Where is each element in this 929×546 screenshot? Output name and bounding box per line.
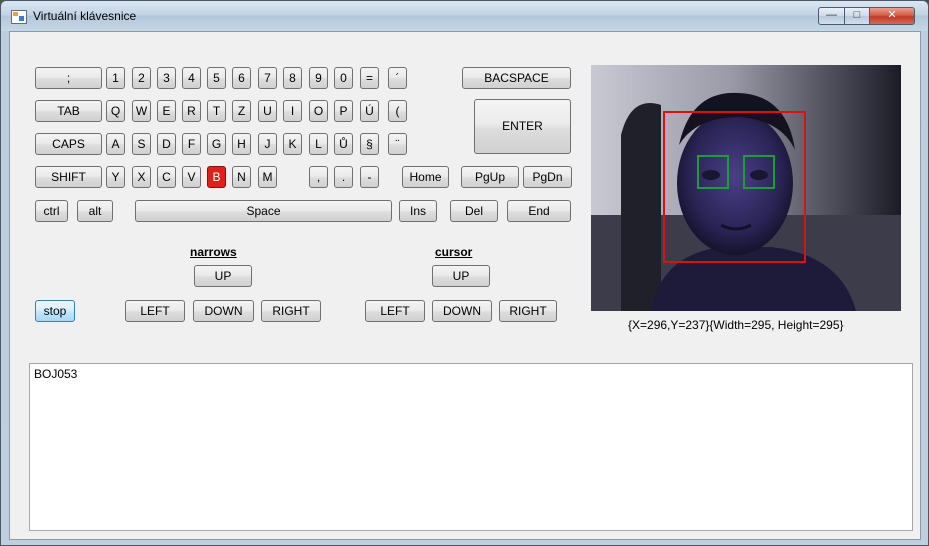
detection-coordinates: {X=296,Y=237}{Width=295, Height=295} bbox=[628, 318, 844, 332]
app-icon bbox=[11, 10, 27, 24]
key-a[interactable]: A bbox=[106, 133, 125, 155]
key-space[interactable]: Space bbox=[135, 200, 392, 222]
key-ctrl[interactable]: ctrl bbox=[35, 200, 68, 222]
minimize-button[interactable]: — bbox=[818, 7, 845, 25]
key-tab[interactable]: TAB bbox=[35, 100, 102, 122]
key-pgup[interactable]: PgUp bbox=[461, 166, 519, 188]
output-text: BOJ053 bbox=[34, 367, 78, 381]
key-sym11[interactable]: Ú bbox=[360, 100, 379, 122]
key-g[interactable]: G bbox=[207, 133, 226, 155]
key-sym11[interactable]: § bbox=[360, 133, 379, 155]
key-sym10[interactable]: Ů bbox=[334, 133, 353, 155]
narrows-up-button[interactable]: UP bbox=[194, 265, 252, 287]
key-caps[interactable]: CAPS bbox=[35, 133, 102, 155]
key-z[interactable]: Z bbox=[232, 100, 251, 122]
stop-button[interactable]: stop bbox=[35, 300, 75, 322]
key-shift[interactable]: SHIFT bbox=[35, 166, 102, 188]
key-alt[interactable]: alt bbox=[77, 200, 113, 222]
output-textbox[interactable]: BOJ053 bbox=[29, 363, 913, 531]
key-ins[interactable]: Ins bbox=[399, 200, 437, 222]
title-bar[interactable]: Virtuální klávesnice — □ ✕ bbox=[1, 1, 928, 31]
key-y[interactable]: Y bbox=[106, 166, 125, 188]
form-client-area: ; 1 2 3 4 5 6 7 8 9 0 = ´ BACSPACE TAB Q W E R T Z U I O P Ú ( CAPS… bbox=[9, 31, 921, 540]
key-del[interactable]: Del bbox=[450, 200, 498, 222]
cursor-left-button[interactable]: LEFT bbox=[365, 300, 425, 322]
app-window: Virtuální klávesnice — □ ✕ ; 1 2 3 4 5 6 7 8 9 0 = ´… bbox=[0, 0, 929, 546]
key-v[interactable]: V bbox=[182, 166, 201, 188]
key-4[interactable]: 4 bbox=[182, 67, 201, 89]
key-c[interactable]: C bbox=[157, 166, 176, 188]
narrows-right-button[interactable]: RIGHT bbox=[261, 300, 321, 322]
key-i[interactable]: I bbox=[283, 100, 302, 122]
key-enter[interactable]: ENTER bbox=[474, 99, 571, 154]
key-d[interactable]: D bbox=[157, 133, 176, 155]
key-sym0[interactable]: ; bbox=[35, 67, 102, 89]
key-x[interactable]: X bbox=[132, 166, 151, 188]
key-0[interactable]: 0 bbox=[334, 67, 353, 89]
key-f[interactable]: F bbox=[182, 133, 201, 155]
key-o[interactable]: O bbox=[309, 100, 328, 122]
key-u[interactable]: U bbox=[258, 100, 277, 122]
key-q[interactable]: Q bbox=[106, 100, 125, 122]
key-s[interactable]: S bbox=[132, 133, 151, 155]
maximize-button[interactable]: □ bbox=[844, 7, 870, 25]
key-2[interactable]: 2 bbox=[132, 67, 151, 89]
key-pgdn[interactable]: PgDn bbox=[523, 166, 572, 188]
key-end[interactable]: End bbox=[507, 200, 571, 222]
key-l[interactable]: L bbox=[309, 133, 328, 155]
key-sym12[interactable]: ( bbox=[388, 100, 407, 122]
window-title: Virtuální klávesnice bbox=[33, 9, 137, 23]
key-3[interactable]: 3 bbox=[157, 67, 176, 89]
key-1[interactable]: 1 bbox=[106, 67, 125, 89]
key-m[interactable]: M bbox=[258, 166, 277, 188]
key-9[interactable]: 9 bbox=[309, 67, 328, 89]
key-sym12[interactable]: ¨ bbox=[388, 133, 407, 155]
key-6[interactable]: 6 bbox=[232, 67, 251, 89]
narrows-left-button[interactable]: LEFT bbox=[125, 300, 185, 322]
key-j[interactable]: J bbox=[258, 133, 277, 155]
left-eye-detection-box bbox=[697, 155, 729, 189]
key-sym9[interactable]: . bbox=[334, 166, 353, 188]
key-w[interactable]: W bbox=[132, 100, 151, 122]
key-k[interactable]: K bbox=[283, 133, 302, 155]
key-7[interactable]: 7 bbox=[258, 67, 277, 89]
cursor-up-button[interactable]: UP bbox=[432, 265, 490, 287]
key-p[interactable]: P bbox=[334, 100, 353, 122]
key-8[interactable]: 8 bbox=[283, 67, 302, 89]
key-h[interactable]: H bbox=[232, 133, 251, 155]
key-e[interactable]: E bbox=[157, 100, 176, 122]
key-home[interactable]: Home bbox=[402, 166, 449, 188]
cursor-right-button[interactable]: RIGHT bbox=[499, 300, 557, 322]
narrows-down-button[interactable]: DOWN bbox=[193, 300, 254, 322]
key-b[interactable]: B bbox=[207, 166, 226, 188]
key-sym10[interactable]: - bbox=[360, 166, 379, 188]
key-bacspace[interactable]: BACSPACE bbox=[462, 67, 571, 89]
key-n[interactable]: N bbox=[232, 166, 251, 188]
key-r[interactable]: R bbox=[182, 100, 201, 122]
face-detection-box bbox=[663, 111, 806, 263]
key-sym11[interactable]: = bbox=[360, 67, 379, 89]
close-button[interactable]: ✕ bbox=[869, 7, 915, 25]
cursor-label: cursor bbox=[435, 245, 473, 259]
key-5[interactable]: 5 bbox=[207, 67, 226, 89]
key-t[interactable]: T bbox=[207, 100, 226, 122]
cursor-down-button[interactable]: DOWN bbox=[432, 300, 492, 322]
key-sym8[interactable]: , bbox=[309, 166, 328, 188]
camera-preview bbox=[591, 65, 901, 311]
narrows-label: narrows bbox=[190, 245, 237, 259]
key-sym12[interactable]: ´ bbox=[388, 67, 407, 89]
right-eye-detection-box bbox=[743, 155, 775, 189]
